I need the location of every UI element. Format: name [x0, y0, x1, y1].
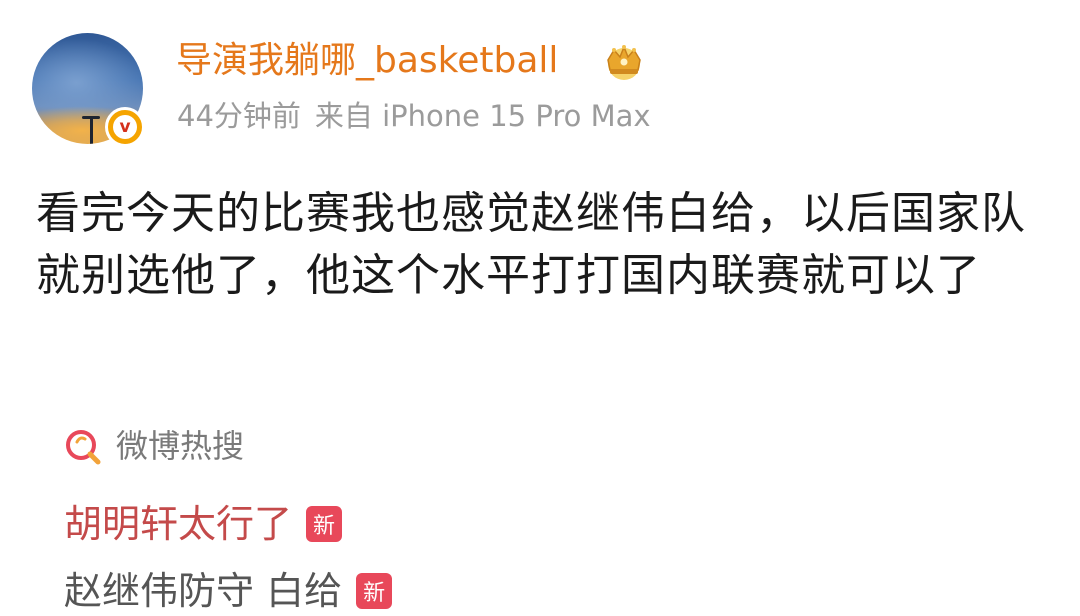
- weibo-hot-search-icon: [66, 430, 101, 465]
- post-source: 来自 iPhone 15 Pro Max: [314, 99, 651, 133]
- crown-icon: [607, 44, 641, 80]
- hot-search-header: 微博热搜: [62, 424, 244, 468]
- lamp-pole-silhouette: [90, 119, 93, 144]
- hot-search-item[interactable]: 赵继伟防守 白给 新: [64, 566, 393, 616]
- hot-search-item[interactable]: 胡明轩太行了 新: [64, 499, 343, 549]
- post-meta: 44分钟前 来自 iPhone 15 Pro Max: [177, 96, 651, 136]
- hot-search-item-text: 赵继伟防守 白给: [64, 569, 343, 613]
- new-badge: 新: [306, 506, 343, 542]
- hot-search-title: 微博热搜: [116, 427, 245, 465]
- post-content: 看完今天的比赛我也感觉赵继伟白给，以后国家队就别选他了，他这个水平打打国内联赛就…: [36, 188, 1026, 301]
- hot-search-item-text: 胡明轩太行了: [64, 502, 293, 546]
- username[interactable]: 导演我躺哪_basketball: [176, 38, 558, 84]
- verified-badge-letter: v: [119, 116, 131, 137]
- post-time: 44分钟前: [177, 99, 301, 133]
- verified-badge-icon: v: [105, 107, 145, 147]
- new-badge: 新: [356, 573, 393, 609]
